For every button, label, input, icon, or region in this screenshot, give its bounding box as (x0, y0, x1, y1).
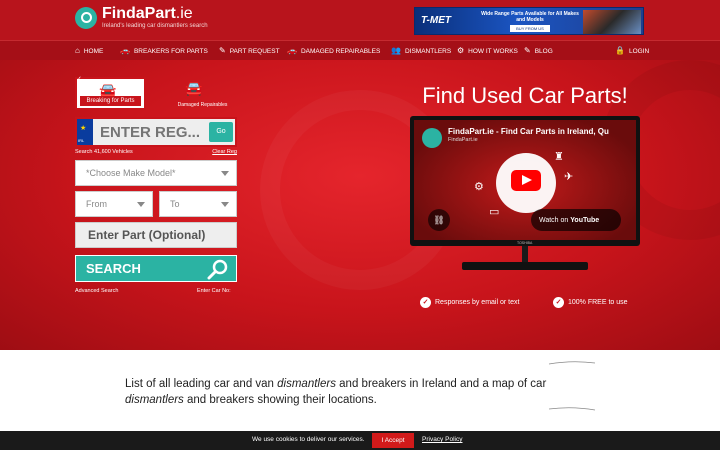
ad-cta-button[interactable]: BUY FROM US (510, 25, 550, 32)
make-model-select[interactable]: *Choose Make Model* (75, 160, 237, 186)
nav-breakers[interactable]: 🚗 BREAKERS FOR PARTS (120, 41, 208, 61)
reg-input[interactable] (93, 123, 207, 141)
video-title: FindaPart.ie - Find Car Parts in Ireland… (448, 127, 609, 136)
part-input[interactable]: Enter Part (Optional) (75, 222, 237, 248)
site-logo[interactable]: FindaPart.ie Ireland's leading car disma… (75, 6, 208, 30)
bullet-free: ✓ 100% FREE to use (553, 297, 628, 308)
hero-section: 🚘 Breaking for Parts ✓ 🚘 Damaged Repaira… (0, 60, 720, 350)
eu-flag-icon: IRL (77, 119, 93, 145)
bullet-responses: ✓ Responses by email or text (420, 297, 519, 308)
tv-stand (462, 246, 588, 270)
reg-search-box: IRL Go (75, 117, 237, 147)
check-circle-icon: ✓ (420, 297, 431, 308)
cookie-message: We use cookies to deliver our services. (252, 436, 365, 443)
year-from-select[interactable]: From (75, 191, 153, 217)
intro-text: List of all leading car and van dismantl… (125, 378, 547, 406)
tab-breaking-for-parts[interactable]: 🚘 Breaking for Parts (75, 77, 146, 110)
watch-on-youtube-button[interactable]: Watch on YouTube (531, 209, 621, 231)
magnifier-logo-icon (75, 7, 97, 29)
nav-dismantlers[interactable]: 👥 DISMANTLERS (391, 41, 451, 61)
year-to-select[interactable]: To (159, 191, 237, 217)
chevron-down-icon (137, 202, 145, 207)
ad-text: Wide Range Parts Available for All Makes… (481, 11, 579, 23)
decorative-scribble (548, 361, 596, 365)
lock-icon: 🔒 (615, 46, 625, 55)
ad-banner[interactable]: T-MET Wide Range Parts Available for All… (414, 7, 644, 35)
search-gear-icon (207, 259, 228, 280)
engine-icon: ⚙ (474, 181, 484, 193)
ad-brand: T-MET (421, 15, 451, 26)
advanced-search-link[interactable]: Advanced Search (75, 288, 118, 294)
tv-video-frame: FindaPart.ie - Find Car Parts in Ireland… (410, 116, 640, 246)
logo-name: FindaPart.ie (102, 5, 193, 22)
home-icon: ⌂ (75, 46, 80, 55)
top-header: FindaPart.ie Ireland's leading car disma… (0, 0, 720, 40)
car-icon: 🚘 (185, 80, 203, 96)
nav-home[interactable]: ⌂ HOME (75, 41, 103, 61)
seat-icon: ♜ (554, 151, 564, 163)
nav-login[interactable]: 🔒 LOGIN (615, 41, 649, 61)
check-icon: ✓ (76, 76, 82, 83)
video-player[interactable]: FindaPart.ie - Find Car Parts in Ireland… (414, 120, 636, 240)
edit-icon: ✎ (219, 46, 226, 55)
tv-brand: TOSHIBA (517, 241, 533, 245)
accept-cookies-button[interactable]: I Accept (372, 433, 414, 448)
nav-part-request[interactable]: ✎ PART REQUEST (219, 41, 280, 61)
users-icon: 👥 (391, 46, 401, 55)
go-button[interactable]: Go (209, 122, 233, 142)
cookie-bar: We use cookies to deliver our services. … (0, 431, 720, 450)
edit-icon: ✎ (524, 46, 531, 55)
hero-title: Find Used Car Parts! (422, 83, 628, 108)
chevron-down-icon (221, 171, 229, 176)
play-button[interactable] (511, 170, 541, 191)
vehicle-count: Search 41,600 Vehicles (75, 149, 133, 155)
nav-how-it-works[interactable]: ⚙ HOW IT WORKS (457, 41, 518, 61)
tab-damaged-repairables[interactable]: 🚘 Damaged Repairables (175, 77, 230, 110)
logo-tagline: Ireland's leading car dismantlers search (102, 23, 208, 29)
chevron-down-icon (221, 202, 229, 207)
exhaust-icon: ✈ (564, 171, 574, 183)
ad-image (583, 10, 641, 34)
nav-blog[interactable]: ✎ BLOG (524, 41, 553, 61)
decorative-scribble (548, 407, 596, 411)
door-icon: ▭ (489, 206, 500, 218)
enter-car-no-link[interactable]: Enter Car No: (197, 288, 231, 294)
clear-reg-link[interactable]: Clear Reg (212, 149, 237, 155)
nav-damaged-repairables[interactable]: 🚗 DAMAGED REPAIRABLES (287, 41, 380, 61)
check-circle-icon: ✓ (553, 297, 564, 308)
link-icon[interactable]: ⛓ (428, 209, 450, 231)
privacy-policy-link[interactable]: Privacy Policy (422, 436, 462, 443)
car-icon: 🚗 (287, 46, 297, 55)
car-icon: 🚗 (120, 46, 130, 55)
youtube-logo: YouTube (570, 216, 600, 224)
search-button[interactable]: SEARCH (75, 255, 237, 282)
gear-icon: ⚙ (457, 46, 465, 55)
main-nav: ⌂ HOME 🚗 BREAKERS FOR PARTS ✎ PART REQUEST … (0, 40, 720, 60)
channel-avatar (422, 128, 442, 148)
video-channel: FindaPart.ie (448, 137, 478, 143)
